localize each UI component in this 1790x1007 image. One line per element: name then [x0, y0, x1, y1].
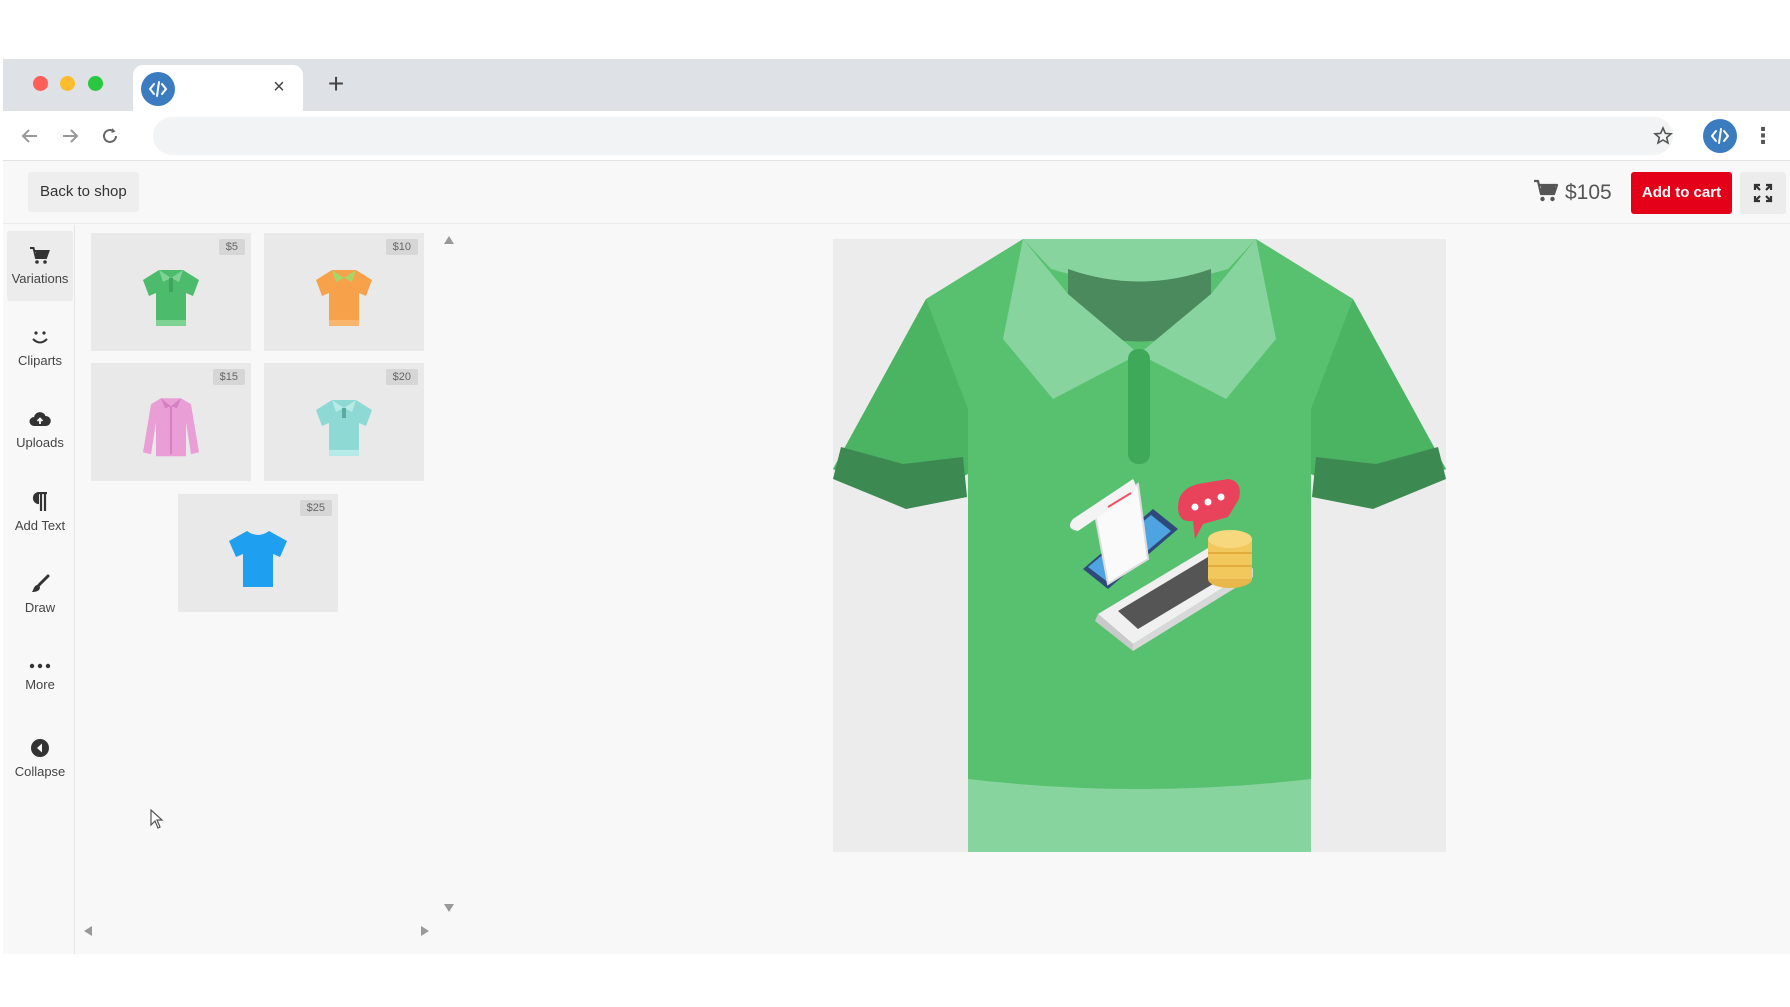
- collapse-icon: [31, 738, 49, 757]
- variation-price: $10: [385, 239, 418, 255]
- tab-strip: × +: [3, 59, 1790, 111]
- profile-avatar[interactable]: [1703, 119, 1737, 153]
- variation-price: $15: [212, 369, 245, 385]
- fullscreen-button[interactable]: [1740, 172, 1786, 214]
- product-canvas[interactable]: [833, 239, 1446, 852]
- back-arrow-icon[interactable]: [15, 121, 45, 151]
- minimize-window-button[interactable]: [60, 76, 75, 91]
- fullscreen-icon: [1753, 183, 1773, 203]
- maximize-window-button[interactable]: [88, 76, 103, 91]
- variation-price: $25: [299, 500, 332, 516]
- variation-card[interactable]: $10: [264, 233, 424, 351]
- scroll-up-arrow[interactable]: [442, 233, 456, 247]
- scroll-down-arrow[interactable]: [442, 901, 456, 915]
- browser-toolbar: ⋮: [3, 111, 1790, 161]
- brush-icon: [32, 574, 50, 592]
- variation-price: $5: [218, 239, 245, 255]
- variation-card[interactable]: $20: [264, 363, 424, 481]
- polo-shirt-icon: [143, 269, 199, 326]
- variations-panel: $5 $10 $15 $20 $25: [76, 225, 456, 954]
- sidebar-item-uploads[interactable]: Uploads: [7, 395, 73, 465]
- long-sleeve-shirt-icon: [143, 398, 199, 457]
- green-polo-shirt-preview: [833, 239, 1446, 852]
- app-header: Back to shop $105 Add to cart: [3, 162, 1790, 224]
- cart-icon: [1533, 179, 1559, 208]
- sidebar-item-label: Collapse: [14, 763, 66, 779]
- cart-icon: [30, 246, 50, 264]
- sidebar-item-label: Cliparts: [17, 352, 63, 368]
- design-canvas-area: [458, 225, 1790, 954]
- cloud-upload-icon: [29, 411, 51, 426]
- site-logo-icon: [141, 72, 175, 106]
- forward-arrow-icon[interactable]: [55, 121, 85, 151]
- designer-sidebar: Variations Cliparts Uploads Add Text Dra…: [3, 225, 75, 954]
- sidebar-item-label: Variations: [11, 270, 69, 286]
- reload-icon[interactable]: [95, 121, 125, 151]
- close-window-button[interactable]: [33, 76, 48, 91]
- sidebar-item-label: Draw: [24, 599, 56, 615]
- variation-card[interactable]: $25: [178, 494, 338, 612]
- browser-window: × + ⋮ Back to shop $105 Add to cart Vari…: [3, 59, 1790, 954]
- mouse-cursor-icon: [150, 808, 164, 834]
- sidebar-item-collapse[interactable]: Collapse: [7, 723, 73, 793]
- cart-price: $105: [1565, 181, 1612, 204]
- browser-tab[interactable]: ×: [133, 65, 303, 111]
- sidebar-item-variations[interactable]: Variations: [7, 231, 73, 301]
- polo-shirt-icon: [316, 399, 372, 456]
- new-tab-button[interactable]: +: [321, 69, 351, 99]
- paragraph-icon: [32, 491, 47, 511]
- add-to-cart-button[interactable]: Add to cart: [1631, 172, 1732, 214]
- variation-card[interactable]: $5: [91, 233, 251, 351]
- tab-close-icon[interactable]: ×: [267, 75, 291, 99]
- address-bar[interactable]: [153, 117, 1673, 155]
- sidebar-item-draw[interactable]: Draw: [7, 559, 73, 629]
- smile-icon: [32, 330, 48, 343]
- sidebar-item-label: Uploads: [16, 434, 64, 450]
- scroll-left-arrow[interactable]: [81, 924, 95, 938]
- sidebar-item-add-text[interactable]: Add Text: [7, 477, 73, 547]
- scroll-right-arrow[interactable]: [418, 924, 432, 938]
- sidebar-item-cliparts[interactable]: Cliparts: [7, 313, 73, 383]
- sidebar-item-label: Add Text: [14, 517, 66, 533]
- sidebar-item-label: More: [25, 676, 55, 692]
- polo-shirt-icon: [316, 269, 372, 326]
- dots-icon: [29, 663, 51, 668]
- back-to-shop-button[interactable]: Back to shop: [28, 172, 139, 212]
- variation-card[interactable]: $15: [91, 363, 251, 481]
- variation-price: $20: [385, 369, 418, 385]
- browser-menu-icon[interactable]: ⋮: [1751, 121, 1775, 151]
- t-shirt-icon: [229, 530, 287, 587]
- cart-total: $105: [1533, 176, 1612, 210]
- bookmark-star-icon[interactable]: [1648, 121, 1678, 151]
- sidebar-item-more[interactable]: More: [7, 641, 73, 711]
